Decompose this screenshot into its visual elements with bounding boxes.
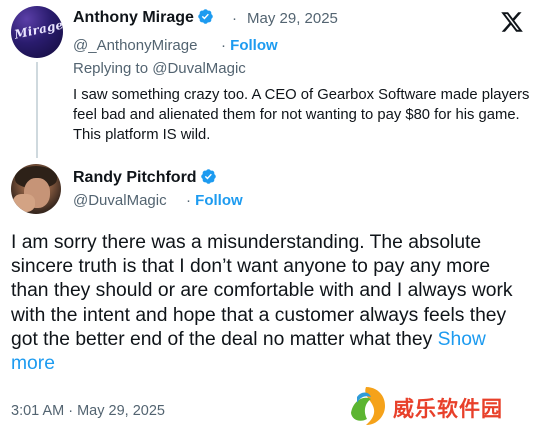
avatar[interactable]: Mirage	[11, 6, 63, 58]
tweet-text: I saw something crazy too. A CEO of Gear…	[73, 87, 530, 143]
tweet-date[interactable]: May 29, 2025	[247, 10, 338, 28]
reply-tweet: Mirage Anthony Mirage · May 29, 2025 @_A…	[0, 0, 540, 158]
author-name[interactable]: Anthony Mirage	[73, 8, 214, 28]
replying-mention[interactable]: @DuvalMagic	[152, 60, 246, 77]
author-name[interactable]: Randy Pitchford	[73, 168, 217, 188]
author-handle[interactable]: @DuvalMagic	[73, 192, 167, 210]
avatar-hand	[13, 194, 35, 212]
watermark-logo-icon	[351, 387, 385, 425]
x-logo-icon[interactable]	[500, 10, 524, 34]
thread-line	[36, 62, 38, 158]
dot-separator: ·	[186, 192, 191, 209]
handle-text[interactable]: @_AnthonyMirage	[73, 37, 197, 54]
watermark: 威乐软件园	[343, 383, 538, 429]
author-name-text[interactable]: Anthony Mirage	[73, 9, 194, 26]
tweet-text: I am sorry there was a misunderstanding.…	[11, 231, 531, 376]
replying-to: Replying to @DuvalMagic	[73, 60, 246, 78]
replying-prefix: Replying to	[73, 60, 149, 77]
watermark-text: 威乐软件园	[393, 397, 503, 421]
avatar[interactable]	[11, 164, 61, 214]
avatar-text: Mirage	[13, 17, 63, 42]
follow-row: · Follow	[186, 192, 243, 210]
verified-badge-icon	[198, 9, 213, 24]
follow-button[interactable]: Follow	[230, 37, 278, 54]
author-handle[interactable]: @_AnthonyMirage	[73, 37, 197, 55]
follow-button[interactable]: Follow	[195, 192, 243, 209]
handle-text[interactable]: @DuvalMagic	[73, 192, 167, 209]
follow-row: · Follow	[221, 37, 278, 55]
dot-separator: ·	[232, 10, 237, 27]
tweet-timestamp[interactable]: 3:01 AM · May 29, 2025	[11, 402, 165, 420]
dot-separator: ·	[221, 37, 226, 54]
verified-badge-icon	[200, 169, 216, 184]
author-name-text[interactable]: Randy Pitchford	[73, 169, 197, 186]
